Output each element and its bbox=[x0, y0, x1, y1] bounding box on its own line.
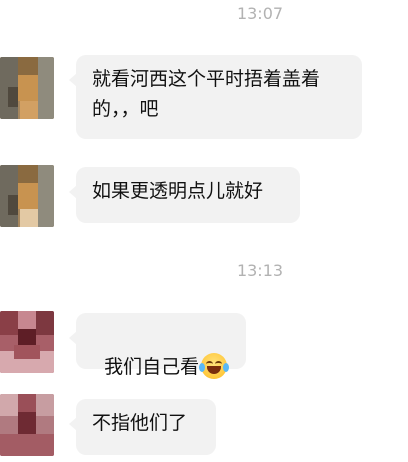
grinning-squinting-tears-emoji bbox=[199, 353, 230, 379]
timestamp: 13:13 bbox=[236, 261, 284, 280]
avatar[interactable] bbox=[0, 165, 54, 227]
message-bubble[interactable]: 不指他们了 bbox=[69, 399, 216, 455]
message-text: 我们自己看 bbox=[104, 356, 200, 378]
timestamp: 13:07 bbox=[236, 4, 284, 23]
avatar[interactable] bbox=[0, 311, 54, 373]
message-bubble[interactable]: 就看河西这个平时捂着盖着 的，，吧 bbox=[69, 55, 362, 139]
avatar[interactable] bbox=[0, 394, 54, 456]
avatar[interactable] bbox=[0, 57, 54, 119]
message-bubble[interactable]: 我们自己看 bbox=[69, 313, 246, 379]
message-bubble[interactable]: 如果更透明点儿就好 bbox=[69, 167, 300, 223]
